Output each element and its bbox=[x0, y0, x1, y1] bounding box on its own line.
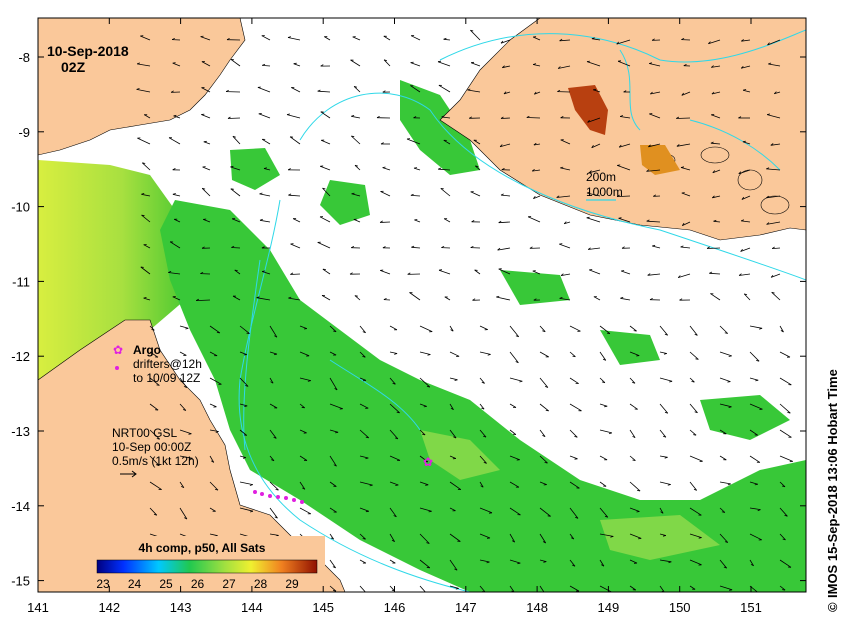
colorbar: 4h comp, p50, All Sats 23 24 25 26 27 28 29 bbox=[80, 536, 325, 592]
side-timestamp: IMOS 15-Sep-2018 13:06 Hobart Time bbox=[825, 369, 840, 598]
current-legend-line2: 10-Sep 00:00Z bbox=[112, 440, 191, 454]
current-arrow-head bbox=[727, 381, 731, 383]
current-arrow bbox=[707, 247, 721, 249]
y-tick-label: -8 bbox=[18, 50, 30, 65]
argo-line1: drifters@12h bbox=[133, 357, 202, 371]
current-arrow-head bbox=[756, 593, 759, 594]
colorbar-label: 27 bbox=[222, 577, 236, 591]
current-arrow-head bbox=[545, 410, 549, 412]
argo-float-marker: ✿ bbox=[423, 455, 433, 469]
current-arrow-head bbox=[437, 60, 442, 63]
current-arrow-head bbox=[152, 593, 155, 595]
argo-title: Argo bbox=[133, 343, 161, 357]
current-arrow-head bbox=[512, 433, 516, 435]
colorbar-label: 26 bbox=[191, 577, 205, 591]
contour-legend-200m: 200m bbox=[586, 170, 616, 184]
colorbar-label: 24 bbox=[128, 577, 142, 591]
current-arrow-head bbox=[544, 595, 547, 596]
copyright-symbol: © bbox=[825, 602, 840, 612]
x-tick-label: 149 bbox=[598, 600, 620, 615]
current-arrow-head bbox=[559, 243, 563, 245]
colorbar-label: 29 bbox=[285, 577, 299, 591]
x-tick-label: 142 bbox=[98, 600, 120, 615]
colorbar-title: 4h comp, p50, All Sats bbox=[139, 541, 266, 555]
contour-legend-1000m: 1000m bbox=[586, 185, 623, 199]
x-tick-label: 141 bbox=[27, 600, 49, 615]
argo-line2: to 10/09 12Z bbox=[133, 371, 200, 385]
y-tick-label: -12 bbox=[11, 349, 30, 364]
current-legend-line1: NRT00 GSL bbox=[112, 426, 177, 440]
current-arrow-head bbox=[200, 35, 204, 37]
x-tick-label: 148 bbox=[526, 600, 548, 615]
current-arrow-head bbox=[586, 60, 590, 62]
current-arrow-head bbox=[617, 164, 621, 166]
colorbar-label: 23 bbox=[96, 577, 110, 591]
argo-legend-icon: ✿ bbox=[113, 343, 123, 357]
colorbar-label: 28 bbox=[254, 577, 268, 591]
current-arrow-head bbox=[365, 593, 368, 594]
current-arrow-head bbox=[293, 62, 297, 65]
date-label: 10-Sep-2018 bbox=[47, 43, 129, 59]
current-arrow-head bbox=[203, 140, 207, 143]
x-tick-label: 144 bbox=[241, 600, 263, 615]
current-arrow-head bbox=[413, 167, 418, 169]
current-arrow-head bbox=[729, 589, 733, 591]
current-arrow-head bbox=[593, 88, 597, 91]
x-tick-label: 150 bbox=[669, 600, 691, 615]
current-legend-line3: 0.5m/s (1kt 12h) bbox=[112, 454, 199, 468]
y-tick-label: -11 bbox=[12, 274, 30, 289]
current-arrow-head bbox=[782, 589, 786, 591]
current-arrow-head bbox=[301, 406, 305, 409]
current-arrow-head bbox=[246, 332, 250, 334]
colorbar-gradient bbox=[96, 559, 318, 574]
current-arrow-head bbox=[425, 484, 429, 486]
current-arrow-head bbox=[425, 594, 428, 595]
current-arrow-head bbox=[636, 511, 640, 513]
current-arrow-head bbox=[214, 595, 217, 596]
current-arrow-head bbox=[606, 332, 610, 334]
current-arrow-head bbox=[230, 188, 234, 190]
current-arrow-head bbox=[395, 484, 399, 486]
x-tick-label: 151 bbox=[740, 600, 762, 615]
x-tick-label: 147 bbox=[455, 600, 477, 615]
x-tick-label: 146 bbox=[384, 600, 406, 615]
current-arrow bbox=[227, 117, 241, 119]
current-arrow-head bbox=[243, 434, 247, 436]
current-arrow-head bbox=[547, 515, 551, 517]
current-arrow-head bbox=[426, 566, 430, 569]
current-arrow-head bbox=[440, 188, 444, 190]
current-arrow-head bbox=[304, 594, 307, 595]
y-tick-label: -15 bbox=[11, 574, 30, 589]
current-arrow bbox=[526, 117, 541, 119]
current-arrow-head bbox=[438, 269, 443, 271]
current-arrow bbox=[380, 221, 391, 223]
time-label: 02Z bbox=[61, 59, 86, 75]
current-arrow bbox=[231, 247, 241, 249]
colorbar-label: 25 bbox=[159, 577, 173, 591]
y-tick-label: -14 bbox=[11, 499, 30, 514]
x-tick-label: 143 bbox=[170, 600, 192, 615]
y-tick-label: -13 bbox=[11, 424, 30, 439]
current-arrow-head bbox=[633, 330, 637, 332]
y-tick-label: -9 bbox=[18, 125, 30, 140]
current-arrow-head bbox=[621, 270, 625, 272]
sst-map: ✿ 4h comp, p50, All Sats 23 24 25 26 27 28 29 … bbox=[11, 17, 840, 615]
x-tick-label: 145 bbox=[312, 600, 334, 615]
y-tick-label: -10 bbox=[11, 200, 30, 215]
current-arrow-head bbox=[423, 406, 427, 408]
current-arrow bbox=[676, 117, 691, 119]
